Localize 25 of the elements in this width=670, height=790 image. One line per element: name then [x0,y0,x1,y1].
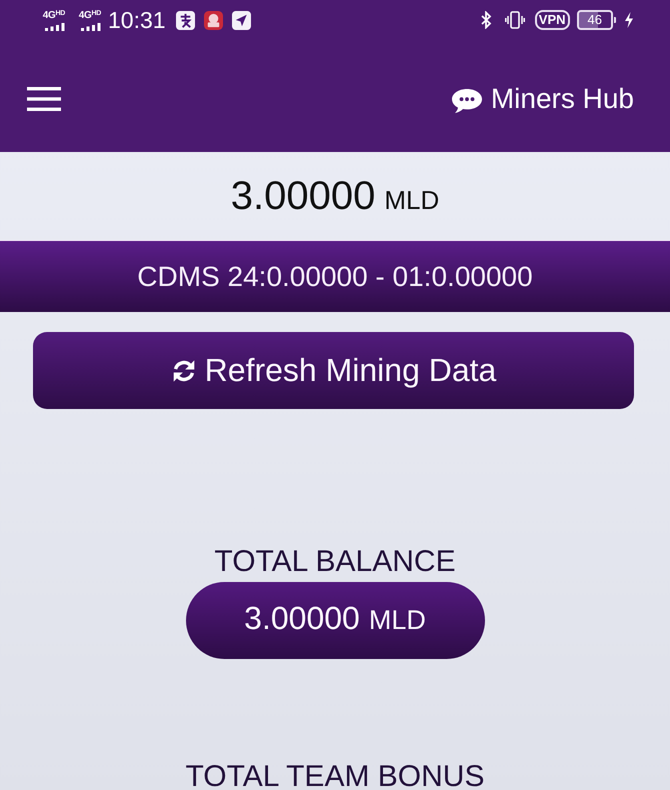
vibrate-icon [504,11,525,29]
chat-bubble-icon [450,88,483,114]
vpn-indicator: VPN [534,10,570,30]
total-balance-unit: MLD [368,605,426,635]
app-icon [176,10,195,30]
total-team-bonus-label: TOTAL TEAM BONUS [186,764,484,790]
network-label: 4G$^{HD}$ [78,9,101,21]
signal-bars-icon [81,23,101,31]
app-icon [204,10,223,30]
balance-amount: 3.00000 [230,174,376,218]
total-balance-label: TOTAL BALANCE [214,547,456,577]
cdms-text: CDMS 24:0.00000 - 01:0.00000 [137,260,533,292]
balance-unit: MLD [384,185,440,215]
total-balance-amount: 3.00000 [244,600,360,636]
battery-indicator: 46 [576,10,613,30]
bluetooth-icon [480,11,492,29]
clock-time: 10:31 [108,7,166,33]
charging-bolt-icon [624,12,634,28]
paper-plane-icon [232,10,251,30]
refresh-icon [170,358,197,384]
network-label: 4G$^{HD}$ [42,9,65,21]
signal-bars-icon [45,23,65,31]
menu-icon[interactable] [27,87,61,111]
refresh-button[interactable]: Refresh Mining Data [33,332,634,409]
app-title: Miners Hub [490,83,634,115]
